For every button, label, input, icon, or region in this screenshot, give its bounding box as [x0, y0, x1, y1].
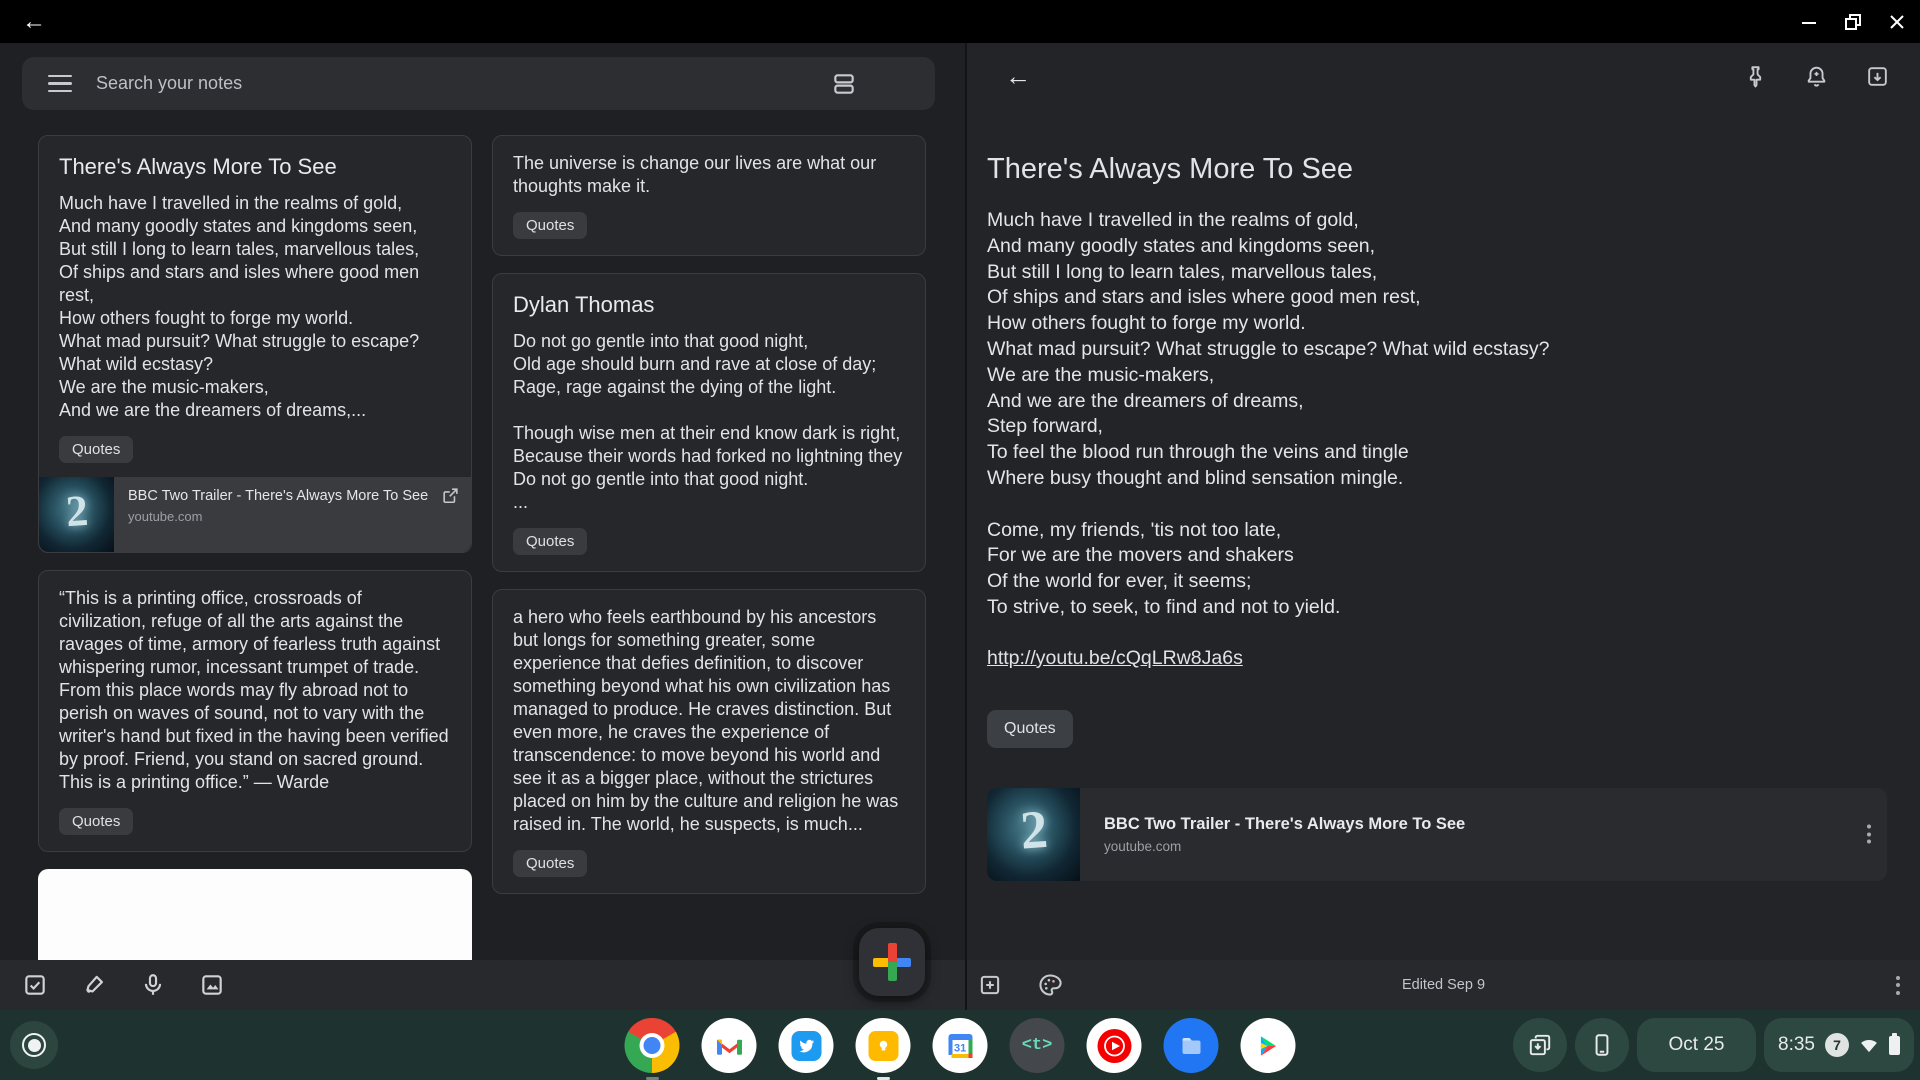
pin-icon[interactable]: [1743, 64, 1768, 89]
open-in-new-icon[interactable]: [441, 486, 460, 505]
note-title: Dylan Thomas: [513, 292, 655, 317]
search-input[interactable]: [96, 73, 831, 94]
new-image-icon[interactable]: [199, 972, 225, 998]
gmail-icon[interactable]: [701, 1018, 757, 1073]
twitter-icon[interactable]: [778, 1018, 834, 1073]
notes-grid: There's Always More To See Much have I t…: [38, 135, 927, 984]
files-icon[interactable]: [1163, 1018, 1219, 1073]
video-thumbnail: 2: [987, 787, 1080, 881]
attachment-menu-icon[interactable]: [1867, 824, 1871, 844]
note-card-dylan-thomas[interactable]: Dylan Thomas Do not go gentle into that …: [492, 273, 926, 572]
label-chip-quotes[interactable]: Quotes: [59, 436, 134, 463]
restore-icon[interactable]: [1844, 13, 1862, 31]
note-card-universe[interactable]: The universe is change our lives are wha…: [492, 135, 926, 256]
note-card-printing-office[interactable]: “This is a printing office, crossroads o…: [38, 570, 472, 852]
google-plus-icon: [873, 943, 911, 981]
search-bar[interactable]: [22, 57, 935, 110]
note-title: There's Always More To See: [59, 154, 337, 179]
wifi-icon: [1861, 1039, 1877, 1053]
chrome-icon[interactable]: [624, 1018, 680, 1073]
edited-timestamp: Edited Sep 9: [1401, 977, 1486, 993]
detail-content: There's Always More To See Much have I t…: [987, 109, 1887, 960]
menu-icon[interactable]: [48, 74, 72, 93]
new-audio-mic-icon[interactable]: [140, 972, 166, 998]
detail-bottombar: Edited Sep 9: [967, 960, 1920, 1010]
calendar-icon[interactable]: 31: [932, 1018, 988, 1073]
status-tray-button[interactable]: 8:35 7: [1764, 1018, 1914, 1072]
back-icon[interactable]: ←: [1005, 63, 1031, 89]
play-store-icon[interactable]: [1240, 1018, 1296, 1073]
keep-icon[interactable]: [855, 1018, 911, 1073]
palette-icon[interactable]: [1037, 972, 1063, 998]
screen-capture-tray-button[interactable]: [1513, 1018, 1568, 1072]
battery-icon: [1889, 1032, 1900, 1055]
note-body: Much have I travelled in the realms of g…: [59, 193, 420, 420]
label-chip-quotes[interactable]: Quotes: [513, 212, 588, 239]
new-note-toolbar: [0, 960, 965, 1010]
note-detail-pane: ← There's Always More To See Much have I…: [967, 43, 1920, 1010]
launcher-icon: [22, 1033, 46, 1057]
launcher-button[interactable]: [10, 1021, 58, 1069]
notes-list-pane: There's Always More To See Much have I t…: [0, 43, 965, 1010]
window-titlebar: ←: [0, 0, 1920, 43]
notes-column-1: There's Always More To See Much have I t…: [38, 135, 472, 984]
notification-count-badge: 7: [1825, 1033, 1849, 1057]
note-body: “This is a printing office, crossroads o…: [59, 588, 449, 792]
note-link-attachment[interactable]: 2 BBC Two Trailer - There's Always More …: [39, 477, 471, 552]
add-box-icon[interactable]: [977, 972, 1003, 998]
archive-icon[interactable]: [1865, 64, 1890, 89]
label-chip-quotes[interactable]: Quotes: [513, 528, 588, 555]
date-label: Oct 25: [1668, 1034, 1725, 1055]
date-button[interactable]: Oct 25: [1637, 1018, 1757, 1072]
svg-text:31: 31: [953, 1042, 965, 1054]
chromeos-shelf: 31 <t> Oct 25 8:35 7: [0, 1010, 1920, 1080]
phone-hub-button[interactable]: [1575, 1018, 1630, 1072]
screen: ← There's Always More To See: [0, 0, 1920, 1080]
minimize-icon[interactable]: [1800, 13, 1818, 31]
label-chip-quotes[interactable]: Quotes: [987, 709, 1073, 748]
youtube-link[interactable]: http://youtu.be/cQqLRw8Ja6s: [987, 647, 1243, 670]
note-body: Do not go gentle into that good night, O…: [513, 331, 903, 512]
system-tray: Oct 25 8:35 7: [1513, 1018, 1914, 1072]
attachment-title: BBC Two Trailer - There's Always More To…: [1104, 814, 1466, 833]
view-toggle-icon[interactable]: [831, 71, 857, 97]
notes-column-2: The universe is change our lives are wha…: [492, 135, 926, 984]
label-chip-quotes[interactable]: Quotes: [513, 850, 588, 877]
text-app-icon[interactable]: <t>: [1009, 1018, 1065, 1073]
note-card-theres-always-more[interactable]: There's Always More To See Much have I t…: [38, 135, 472, 553]
new-drawing-brush-icon[interactable]: [81, 972, 107, 998]
note-body: The universe is change our lives are wha…: [513, 153, 877, 196]
label-chip-quotes[interactable]: Quotes: [59, 808, 134, 835]
phone-icon: [1595, 1034, 1609, 1056]
new-note-fab[interactable]: [859, 928, 925, 996]
note-body: a hero who feels earthbound by his ances…: [513, 607, 899, 834]
attachment-domain: youtube.com: [1104, 838, 1182, 854]
save-desk-icon: [1529, 1034, 1551, 1056]
video-thumbnail: 2: [39, 477, 114, 552]
detail-header: ←: [967, 43, 1920, 109]
youtube-music-icon[interactable]: [1086, 1018, 1142, 1073]
window-back-icon[interactable]: ←: [14, 8, 54, 36]
detail-note-body[interactable]: Much have I travelled in the realms of g…: [987, 208, 1887, 621]
shelf-apps: 31 <t>: [624, 1018, 1296, 1080]
detail-note-title[interactable]: There's Always More To See: [987, 153, 1887, 186]
close-icon[interactable]: [1888, 13, 1906, 31]
attachment-title: BBC Two Trailer - There's Always More To…: [128, 488, 429, 504]
new-checklist-icon[interactable]: [22, 972, 48, 998]
add-reminder-icon[interactable]: [1804, 64, 1829, 89]
clock-label: 8:35: [1778, 1034, 1815, 1055]
attachment-domain: youtube.com: [128, 509, 203, 524]
note-card-hero[interactable]: a hero who feels earthbound by his ances…: [492, 589, 926, 894]
detail-link-attachment[interactable]: 2 BBC Two Trailer - There's Always More …: [987, 787, 1887, 881]
note-menu-icon[interactable]: [1896, 975, 1900, 995]
